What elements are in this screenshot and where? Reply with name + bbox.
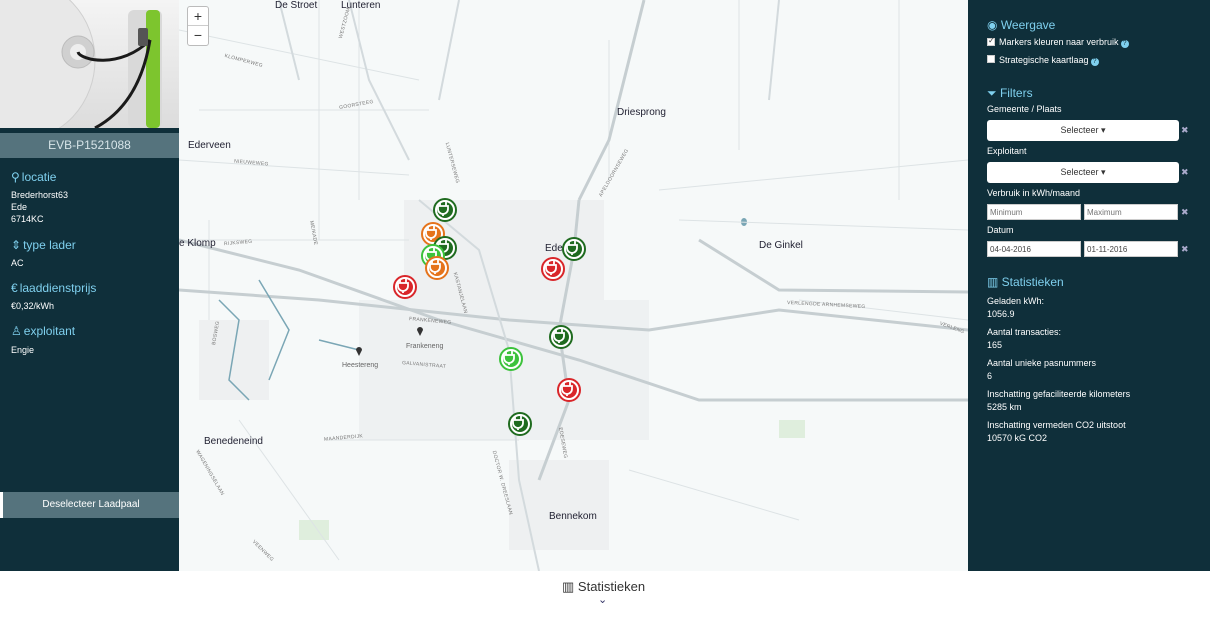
usage-label: Verbruik in kWh/maand [987, 188, 1081, 198]
operator-value: Engie [11, 345, 35, 355]
place-label: Heestereng [342, 362, 379, 369]
charger-marker-high[interactable] [508, 412, 532, 436]
zoom-control: + − [187, 6, 209, 46]
price-heading: € laaddienstprijs [11, 281, 96, 295]
bar-chart-icon: ▥ [562, 579, 578, 594]
charger-type-value: AC [11, 258, 24, 268]
sort-icon: ⇕ [11, 238, 22, 252]
stats-heading-label: Statistieken [1001, 275, 1064, 289]
place-label: Frankeneng [406, 343, 444, 350]
stat-value: 165 [987, 340, 1003, 350]
stat-label: Inschatting gefaciliteerde kilometers [987, 389, 1131, 399]
municipality-select[interactable]: Selecteer ▾ [987, 120, 1179, 141]
place-label: Ede [545, 243, 563, 254]
location-heading-label: locatie [21, 170, 57, 184]
clear-usage-icon[interactable]: ✖ [1181, 207, 1189, 218]
statistics-toggle-label: Statistieken [577, 579, 646, 594]
stat-value: 5285 km [987, 402, 1022, 412]
charger-marker-high[interactable] [562, 237, 586, 261]
address-postcode: 6714KC [11, 214, 44, 224]
date-label: Datum [987, 225, 1014, 235]
station-id-bar: EVB-P1521088 [0, 133, 179, 158]
place-label: e Klomp [179, 238, 216, 249]
station-detail-panel: EVB-P1521088 ⚲ locatie Brederhorst63 Ede … [0, 0, 179, 571]
clear-municipality-icon[interactable]: ✖ [1181, 125, 1189, 136]
strategic-layer-label: Strategische kaartlaag? [999, 55, 1099, 66]
zoom-out-button[interactable]: − [188, 26, 208, 45]
charger-marker-very-high[interactable] [393, 275, 417, 299]
charger-marker-medium[interactable] [425, 256, 449, 280]
stat-label: Aantal transacties: [987, 327, 1062, 337]
zoom-in-button[interactable]: + [188, 7, 208, 26]
deselect-charger-button[interactable]: Deselecteer Laadpaal [0, 492, 179, 518]
operator-heading: ♙ exploitant [11, 324, 75, 338]
strategic-layer-checkbox[interactable] [987, 55, 995, 63]
location-heading: ⚲ locatie [11, 170, 56, 184]
date-to-input[interactable] [1084, 241, 1178, 257]
stats-heading: ▥ Statistieken [987, 275, 1064, 289]
stat-value: 1056.9 [987, 309, 1015, 319]
operator-select[interactable]: Selecteer ▾ [987, 162, 1179, 183]
usage-max-input[interactable] [1084, 204, 1178, 220]
bar-chart-icon: ▥ [987, 275, 1002, 289]
charger-marker-very-high[interactable] [557, 378, 581, 402]
caret-down-icon: ▾ [1101, 167, 1106, 177]
clear-operator-icon[interactable]: ✖ [1181, 167, 1189, 178]
stat-label: Aantal unieke pasnummers [987, 358, 1097, 368]
filters-heading-label: Filters [999, 86, 1033, 100]
municipality-select-text: Selecteer [1060, 125, 1099, 135]
charger-photo [0, 0, 179, 128]
filter-icon: ⏷ [987, 86, 1000, 100]
clear-date-icon[interactable]: ✖ [1181, 244, 1189, 255]
user-icon: ♙ [11, 324, 22, 338]
filter-panel: ◉ Weergave ✓ Markers kleuren naar verbru… [968, 0, 1210, 571]
marker-color-text: Markers kleuren naar verbruik [999, 37, 1119, 47]
stat-value: 6 [987, 371, 993, 381]
charger-marker-high[interactable] [433, 198, 457, 222]
place-label: Driesprong [617, 107, 666, 118]
charger-marker-low[interactable] [499, 347, 523, 371]
map-canvas[interactable]: De Stroet Lunteren Driesprong Ederveen D… [179, 0, 968, 571]
map-roads [179, 0, 968, 571]
map-pin-icon: ⚲ [11, 170, 20, 184]
view-heading: ◉ Weergave [987, 18, 1055, 32]
place-label: Bennekom [549, 511, 597, 522]
usage-min-input[interactable] [987, 204, 1081, 220]
charger-marker-high[interactable] [549, 325, 573, 349]
charger-marker-very-high[interactable] [541, 257, 565, 281]
price-heading-label: laaddienstprijs [19, 281, 97, 295]
type-heading: ⇕ type lader [11, 238, 76, 252]
euro-icon: € [11, 281, 18, 295]
app: EVB-P1521088 ⚲ locatie Brederhorst63 Ede … [0, 0, 1210, 618]
stat-value: 10570 kG CO2 [987, 433, 1048, 443]
place-label: De Stroet [275, 0, 318, 11]
strategic-layer-text: Strategische kaartlaag [999, 55, 1089, 65]
help-icon[interactable]: ? [1120, 40, 1129, 48]
operator-label: Exploitant [987, 146, 1027, 156]
address-street: Brederhorst63 [11, 190, 69, 200]
place-label: De Ginkel [759, 240, 803, 251]
caret-down-icon: ▾ [1101, 125, 1106, 135]
chevron-down-icon[interactable]: ⌄ [598, 593, 607, 606]
marker-color-label: Markers kleuren naar verbruik? [999, 37, 1129, 48]
address-city: Ede [11, 202, 28, 212]
date-from-input[interactable] [987, 241, 1081, 257]
municipality-label: Gemeente / Plaats [987, 104, 1062, 114]
stat-label: Geladen kWh: [987, 296, 1045, 306]
check-icon: ✓ [988, 36, 995, 45]
marker-color-checkbox[interactable]: ✓ [987, 36, 995, 46]
view-heading-label: Weergave [1000, 18, 1056, 32]
help-icon[interactable]: ? [1090, 58, 1099, 66]
place-label: Benedeneind [204, 436, 263, 447]
price-value: €0,32/kWh [11, 301, 55, 311]
eye-icon: ◉ [987, 18, 1001, 32]
place-label: Ederveen [188, 140, 231, 151]
operator-select-text: Selecteer [1060, 167, 1099, 177]
type-heading-label: type lader [23, 238, 76, 252]
filters-heading: ⏷ Filters [987, 86, 1033, 101]
bottom-bar: ▥ Statistieken ⌄ [0, 571, 1210, 618]
operator-heading-label: exploitant [23, 324, 76, 338]
stat-label: Inschatting vermeden CO2 uitstoot [987, 420, 1126, 430]
